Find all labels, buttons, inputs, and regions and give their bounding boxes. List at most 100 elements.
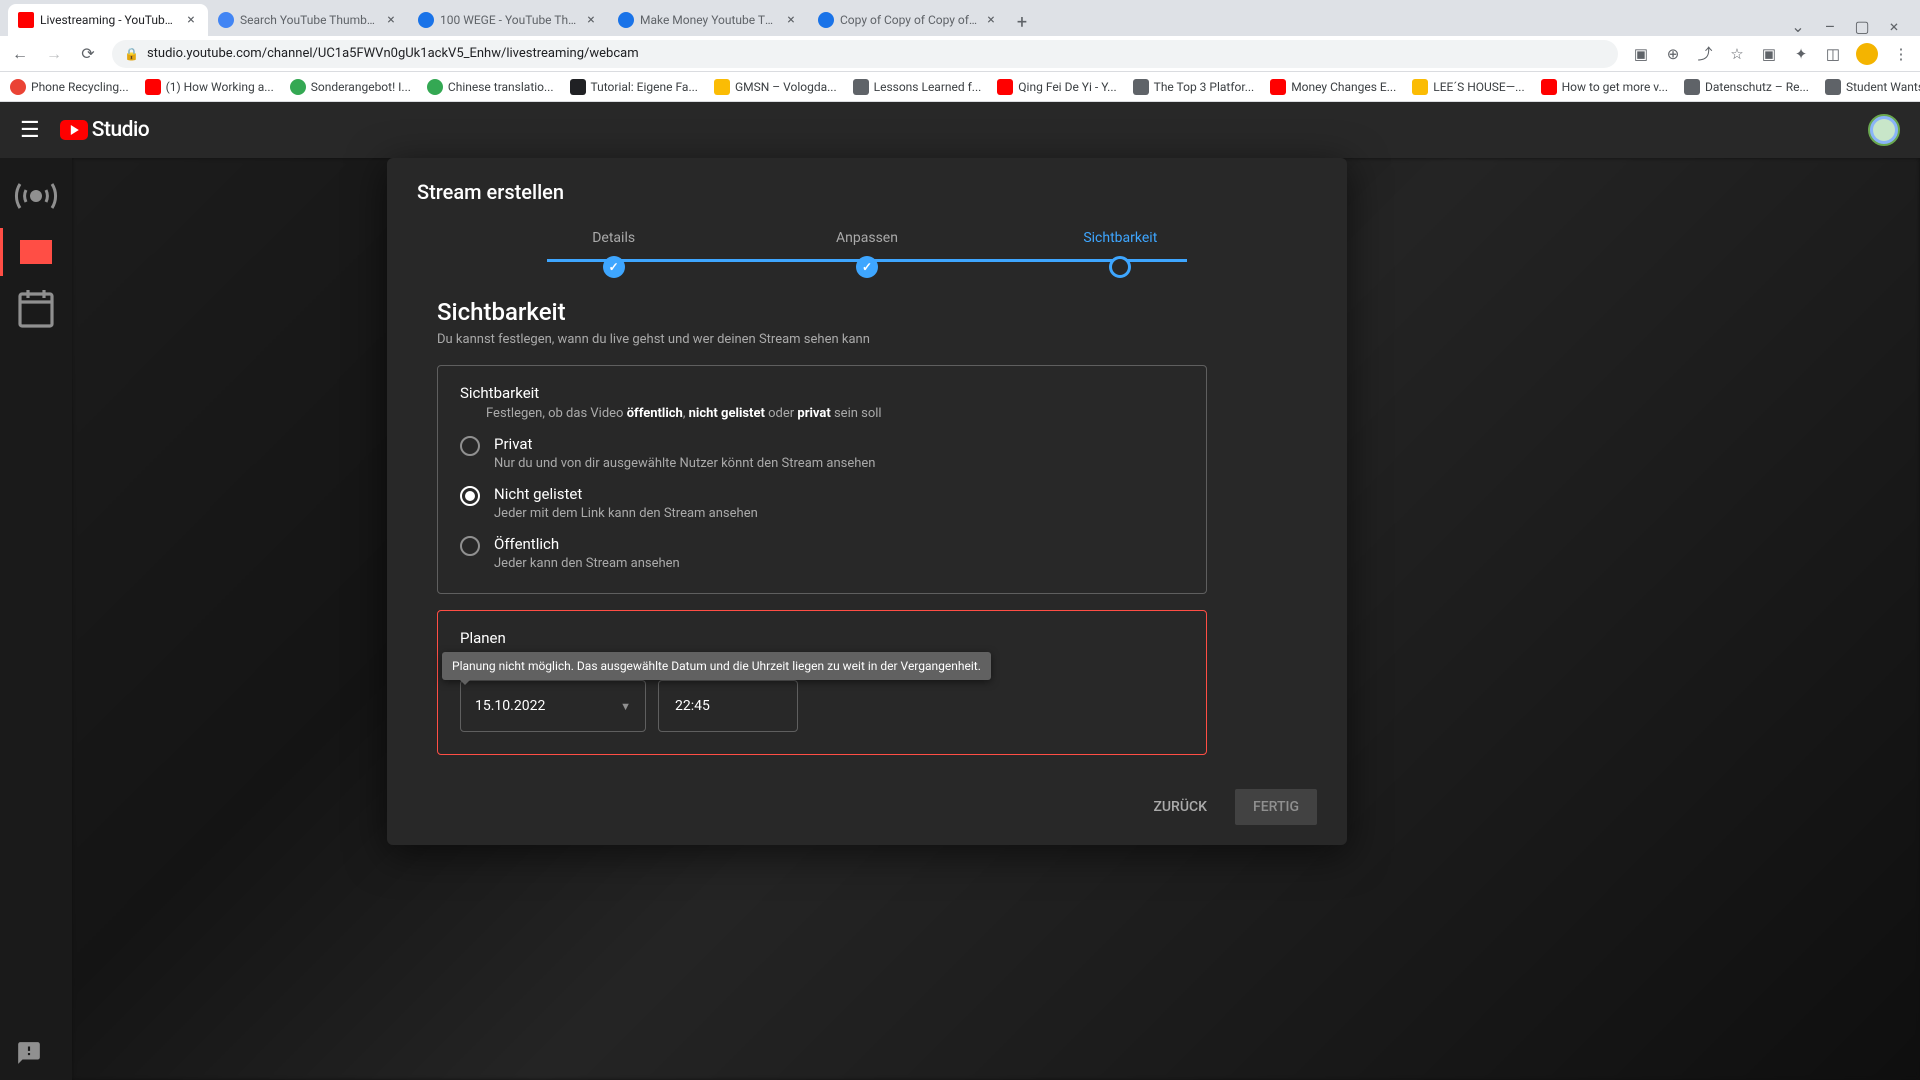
maximize-icon[interactable]: ▢ [1852, 16, 1872, 36]
menu-icon[interactable]: ☰ [20, 118, 40, 143]
bookmark-label: Chinese translatio... [448, 80, 554, 94]
tab-title: Make Money Youtube Thumbn [640, 13, 778, 27]
radio-icon [460, 536, 480, 556]
browser-tab[interactable]: Search YouTube Thumbnail - C × [208, 4, 408, 36]
camera-icon[interactable]: ▣ [1632, 45, 1650, 63]
radio-icon [460, 436, 480, 456]
radio-label: Öffentlich [494, 535, 680, 553]
card-subtitle: Festlegen, ob das Video öffentlich, nich… [486, 406, 1184, 421]
tab-title: Search YouTube Thumbnail - C [240, 13, 378, 27]
canva-icon [618, 12, 634, 28]
close-window-icon[interactable]: × [1884, 16, 1904, 36]
bookmark-label: Tutorial: Eigene Fa... [591, 80, 698, 94]
sidepanel-icon[interactable]: ◫ [1824, 45, 1842, 63]
bookmark-item[interactable]: (1) How Working a... [145, 79, 274, 95]
step-details[interactable]: Details [487, 230, 740, 278]
date-value: 15.10.2022 [475, 698, 545, 714]
bookmarks-bar: Phone Recycling... (1) How Working a... … [0, 72, 1920, 102]
extensions-icon[interactable]: ✦ [1792, 45, 1810, 63]
user-avatar[interactable] [1868, 114, 1900, 146]
browser-tab[interactable]: Livestreaming - YouTube S × [8, 4, 208, 36]
youtube-icon [18, 12, 34, 28]
profile-avatar[interactable] [1856, 43, 1878, 65]
bookmark-item[interactable]: Phone Recycling... [10, 79, 129, 95]
browser-chrome: Livestreaming - YouTube S × Search YouTu… [0, 0, 1920, 102]
bookmark-item[interactable]: How to get more v... [1541, 79, 1668, 95]
chevron-down-icon: ▼ [620, 700, 631, 713]
step-customize[interactable]: Anpassen [740, 230, 993, 278]
favicon [997, 79, 1013, 95]
url-input[interactable]: 🔒 studio.youtube.com/channel/UC1a5FWVn0g… [112, 40, 1618, 68]
app-header: ☰ Studio [0, 102, 1920, 158]
share-icon[interactable]: ⤴ [1696, 45, 1714, 63]
bookmark-item[interactable]: Datenschutz – Re... [1684, 79, 1809, 95]
radio-label: Privat [494, 435, 875, 453]
radio-description: Jeder kann den Stream ansehen [494, 556, 680, 571]
bookmark-label: Phone Recycling... [31, 80, 129, 94]
studio-logo[interactable]: Studio [60, 118, 150, 142]
sidebar-item-manage[interactable] [12, 284, 60, 332]
bookmark-item[interactable]: GMSN – Vologda... [714, 79, 837, 95]
browser-tab[interactable]: Make Money Youtube Thumbn × [608, 4, 808, 36]
forward-icon[interactable]: → [44, 44, 64, 64]
menu-icon[interactable]: ⋮ [1892, 45, 1910, 63]
browser-tab[interactable]: Copy of Copy of Copy of Cop × [808, 4, 1008, 36]
favicon [290, 79, 306, 95]
bookmark-item[interactable]: Sonderangebot! I... [290, 79, 411, 95]
bookmark-item[interactable]: The Top 3 Platfor... [1133, 79, 1255, 95]
close-icon[interactable]: × [784, 13, 798, 27]
back-button[interactable]: Zurück [1135, 789, 1225, 825]
done-button[interactable]: Fertig [1235, 789, 1317, 825]
favicon [1825, 79, 1841, 95]
sidebar-item-stream[interactable] [12, 172, 60, 220]
favicon [1541, 79, 1557, 95]
zoom-icon[interactable]: ⊕ [1664, 45, 1682, 63]
sidebar [0, 102, 72, 1080]
reload-icon[interactable]: ⟳ [78, 44, 98, 64]
time-input[interactable]: 22:45 [658, 680, 798, 732]
minimize-icon[interactable]: – [1820, 16, 1840, 36]
radio-option-public[interactable]: Öffentlich Jeder kann den Stream ansehen [460, 535, 1184, 571]
favicon [1133, 79, 1149, 95]
radio-option-unlisted[interactable]: Nicht gelistet Jeder mit dem Link kann d… [460, 485, 1184, 521]
back-icon[interactable]: ← [10, 44, 30, 64]
time-value: 22:45 [675, 698, 710, 714]
app-root: ☰ Studio Stream erstellen Details [0, 102, 1920, 1080]
bookmark-item[interactable]: LEE´S HOUSE—... [1412, 79, 1524, 95]
tab-title: Livestreaming - YouTube S [40, 13, 178, 27]
window-icon[interactable]: ▣ [1760, 45, 1778, 63]
youtube-play-icon [60, 120, 88, 140]
date-select[interactable]: 15.10.2022 ▼ [460, 680, 646, 732]
tab-strip: Livestreaming - YouTube S × Search YouTu… [0, 0, 1920, 36]
favicon [1270, 79, 1286, 95]
close-icon[interactable]: × [384, 13, 398, 27]
radio-option-private[interactable]: Privat Nur du und von dir ausgewählte Nu… [460, 435, 1184, 471]
bookmark-item[interactable]: Tutorial: Eigene Fa... [570, 79, 698, 95]
create-stream-modal: Stream erstellen Details Anpassen Sichtb… [387, 158, 1347, 845]
bookmark-item[interactable]: Lessons Learned f... [853, 79, 982, 95]
favicon [853, 79, 869, 95]
browser-tab[interactable]: 100 WEGE - YouTube Thumbn × [408, 4, 608, 36]
bookmark-item[interactable]: Student Wants an... [1825, 79, 1920, 95]
star-icon[interactable]: ☆ [1728, 45, 1746, 63]
close-icon[interactable]: × [584, 13, 598, 27]
stepper: Details Anpassen Sichtbarkeit [387, 226, 1347, 298]
bookmark-label: Student Wants an... [1846, 80, 1920, 94]
bookmark-item[interactable]: Money Changes E... [1270, 79, 1396, 95]
close-icon[interactable]: × [184, 13, 198, 27]
bookmark-item[interactable]: Chinese translatio... [427, 79, 554, 95]
chevron-down-icon[interactable]: ⌄ [1788, 16, 1808, 36]
card-title: Planen [460, 629, 1184, 647]
new-tab-button[interactable]: + [1008, 8, 1036, 36]
sidebar-item-webcam[interactable] [12, 228, 60, 276]
tab-title: 100 WEGE - YouTube Thumbn [440, 13, 578, 27]
bookmark-label: How to get more v... [1562, 80, 1668, 94]
feedback-icon[interactable] [16, 1040, 42, 1066]
step-visibility[interactable]: Sichtbarkeit [994, 230, 1247, 278]
step-dot-icon [1109, 256, 1131, 278]
modal-footer: Zurück Fertig [387, 771, 1347, 825]
step-label: Sichtbarkeit [1083, 230, 1157, 246]
section-subheading: Du kannst festlegen, wann du live gehst … [437, 332, 1297, 347]
close-icon[interactable]: × [984, 13, 998, 27]
bookmark-item[interactable]: Qing Fei De Yi - Y... [997, 79, 1116, 95]
